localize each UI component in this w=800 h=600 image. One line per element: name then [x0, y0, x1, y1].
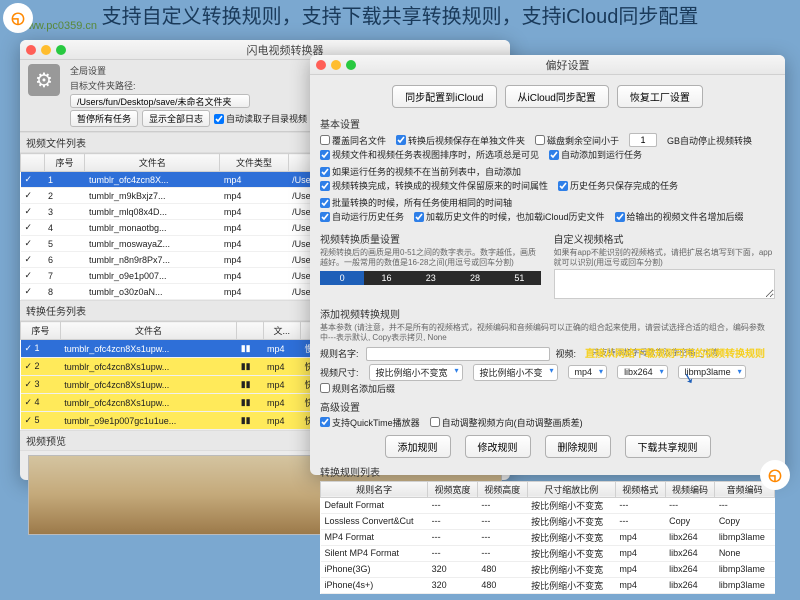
- rule-list-table: 规则名字视频宽度视频高度尺寸缩放比例视频格式视频编码音频编码Default Fo…: [320, 481, 775, 594]
- opt-keep-time[interactable]: 视频转换完成，转换成的视频文件保留原来的时间属性: [320, 179, 548, 192]
- file-header[interactable]: 文件类型: [220, 154, 288, 172]
- rule-header[interactable]: 视频宽度: [428, 481, 478, 497]
- preferences-window: 偏好设置 同步配置到iCloud 从iCloud同步配置 恢复工厂设置 基本设置…: [310, 55, 785, 475]
- file-header[interactable]: 序号: [44, 154, 85, 172]
- pause-all-button[interactable]: 暂停所有任务: [70, 110, 138, 127]
- diskspace-unit: GB自动停止视频转换: [667, 134, 752, 147]
- rule-row[interactable]: iPhone(4s+)320480按比例缩小不变宽mp4libx264libmp…: [321, 577, 775, 593]
- gear-icon[interactable]: ⚙: [28, 64, 60, 96]
- task-header[interactable]: 文件名: [60, 322, 237, 340]
- format-note: 如果有app不能识别的视频格式，请把扩展名填写到下面，app就可以识别(用逗号或…: [554, 248, 776, 269]
- site-logo-bottom: ◵: [760, 460, 790, 490]
- minimize-icon[interactable]: [331, 60, 341, 70]
- format-popup[interactable]: mp4: [568, 365, 608, 379]
- video-label: 视频:: [556, 347, 586, 360]
- basic-settings-title: 基本设置: [320, 116, 775, 131]
- add-rule-button[interactable]: 添加规则: [385, 435, 451, 458]
- auto-scan-checkbox[interactable]: 自动读取子目录视频: [214, 110, 307, 127]
- rule-row[interactable]: Default Format------按比例缩小不变宽---------: [321, 497, 775, 513]
- opt-keep-visible[interactable]: 视频文件和视频任务表视图排序时，所选项总是可见: [320, 148, 539, 161]
- delete-rule-button[interactable]: 删除规则: [545, 435, 611, 458]
- rule-list-title: 转换规则列表: [320, 464, 775, 479]
- opt-same-timeline[interactable]: 批量转换的时候，所有任务使用相同的时间轴: [320, 196, 512, 209]
- opt-load-icloud[interactable]: 加载历史文件的时候，也加载iCloud历史文件: [414, 210, 605, 223]
- close-icon[interactable]: [316, 60, 326, 70]
- task-header[interactable]: 文...: [263, 322, 301, 340]
- add-rule-note: 基本参数 (请注意，并不是所有的视频格式，视频编码和音频编码可以正确的组合起来使…: [320, 323, 775, 344]
- edit-rule-button[interactable]: 修改规则: [465, 435, 531, 458]
- download-rule-button[interactable]: 下载共享规则: [625, 435, 711, 458]
- site-logo-top: ◵: [3, 3, 33, 33]
- custom-format-input[interactable]: [554, 269, 776, 299]
- close-icon[interactable]: [26, 45, 36, 55]
- rule-header[interactable]: 规则名字: [321, 481, 428, 497]
- rule-row[interactable]: iPhone(3G)320480按比例缩小不变宽mp4libx264libmp3…: [321, 561, 775, 577]
- quality-note: 视频转换后的画质是用0-51之间的数字表示。数字越低，画质越好。一般常用的数值是…: [320, 248, 542, 269]
- opt-quicktime[interactable]: 支持QuickTime播放器: [320, 416, 420, 429]
- file-header[interactable]: [21, 154, 45, 172]
- diskspace-value[interactable]: [629, 133, 657, 147]
- global-section-label: 全局设置: [70, 64, 307, 77]
- size-popup[interactable]: 按比例缩小不变宽: [369, 364, 463, 381]
- format-title: 自定义视频格式: [554, 231, 776, 246]
- ratio-popup[interactable]: 按比例缩小不变: [473, 364, 558, 381]
- opt-auto-run[interactable]: 自动添加到运行任务: [549, 148, 642, 161]
- rule-row[interactable]: MP4 Format------按比例缩小不变宽mp4libx264libmp3…: [321, 529, 775, 545]
- rule-row[interactable]: Silent MP4 Format------按比例缩小不变宽mp4libx26…: [321, 545, 775, 561]
- rule-header[interactable]: 视频编码: [665, 481, 715, 497]
- opt-diskspace[interactable]: 磁盘剩余空间小于: [535, 134, 619, 147]
- file-header[interactable]: 文件名: [85, 154, 220, 172]
- minimize-icon[interactable]: [41, 45, 51, 55]
- download-note: 直接从网络下载规则可用的视频转换规则: [585, 345, 765, 360]
- pref-titlebar[interactable]: 偏好设置: [310, 55, 785, 75]
- opt-add-suffix[interactable]: 给输出的视频文件名增加后缀: [615, 210, 744, 223]
- folder-path-input[interactable]: [70, 94, 250, 108]
- size-label: 视频尺寸:: [320, 366, 359, 379]
- advanced-title: 高级设置: [320, 399, 775, 414]
- sync-from-icloud-button[interactable]: 从iCloud同步配置: [505, 85, 609, 108]
- opt-history-done[interactable]: 历史任务只保存完成的任务: [558, 179, 678, 192]
- sync-to-icloud-button[interactable]: 同步配置到iCloud: [392, 85, 496, 108]
- zoom-icon[interactable]: [56, 45, 66, 55]
- restore-defaults-button[interactable]: 恢复工厂设置: [617, 85, 703, 108]
- rule-header[interactable]: 视频高度: [477, 481, 527, 497]
- promo-headline: 支持自定义转换规则，支持下载共享转换规则，支持iCloud同步配置: [40, 0, 760, 29]
- folder-label: 目标文件夹路径:: [70, 79, 307, 92]
- task-header[interactable]: 序号: [21, 322, 61, 340]
- task-header[interactable]: [237, 322, 263, 340]
- rule-name-input[interactable]: [366, 347, 550, 361]
- opt-subfolder[interactable]: 转换后视频保存在单独文件夹: [396, 134, 525, 147]
- opt-overwrite[interactable]: 覆盖同名文件: [320, 134, 386, 147]
- rule-name-label: 规则名字:: [320, 347, 360, 360]
- rule-suffix-checkbox[interactable]: 规则名添加后缀: [320, 382, 395, 395]
- show-log-button[interactable]: 显示全部日志: [142, 110, 210, 127]
- opt-auto-rotate[interactable]: 自动调整视频方向(自动调整画质差): [430, 416, 583, 429]
- opt-auto-add[interactable]: 如果运行任务的视频不在当前列表中，自动添加: [320, 165, 521, 178]
- zoom-icon[interactable]: [346, 60, 356, 70]
- vcodec-popup[interactable]: libx264: [617, 365, 668, 379]
- opt-auto-history[interactable]: 自动运行历史任务: [320, 210, 404, 223]
- quality-bar[interactable]: 0 16 23 28 51: [320, 271, 542, 285]
- pref-window-title: 偏好设置: [356, 57, 779, 73]
- rule-header[interactable]: 尺寸缩放比例: [527, 481, 615, 497]
- add-rule-title: 添加视频转换规则: [320, 306, 775, 321]
- quality-title: 视频转换质量设置: [320, 231, 542, 246]
- rule-header[interactable]: 视频格式: [615, 481, 665, 497]
- rule-row[interactable]: Lossless Convert&Cut------按比例缩小不变宽---Cop…: [321, 513, 775, 529]
